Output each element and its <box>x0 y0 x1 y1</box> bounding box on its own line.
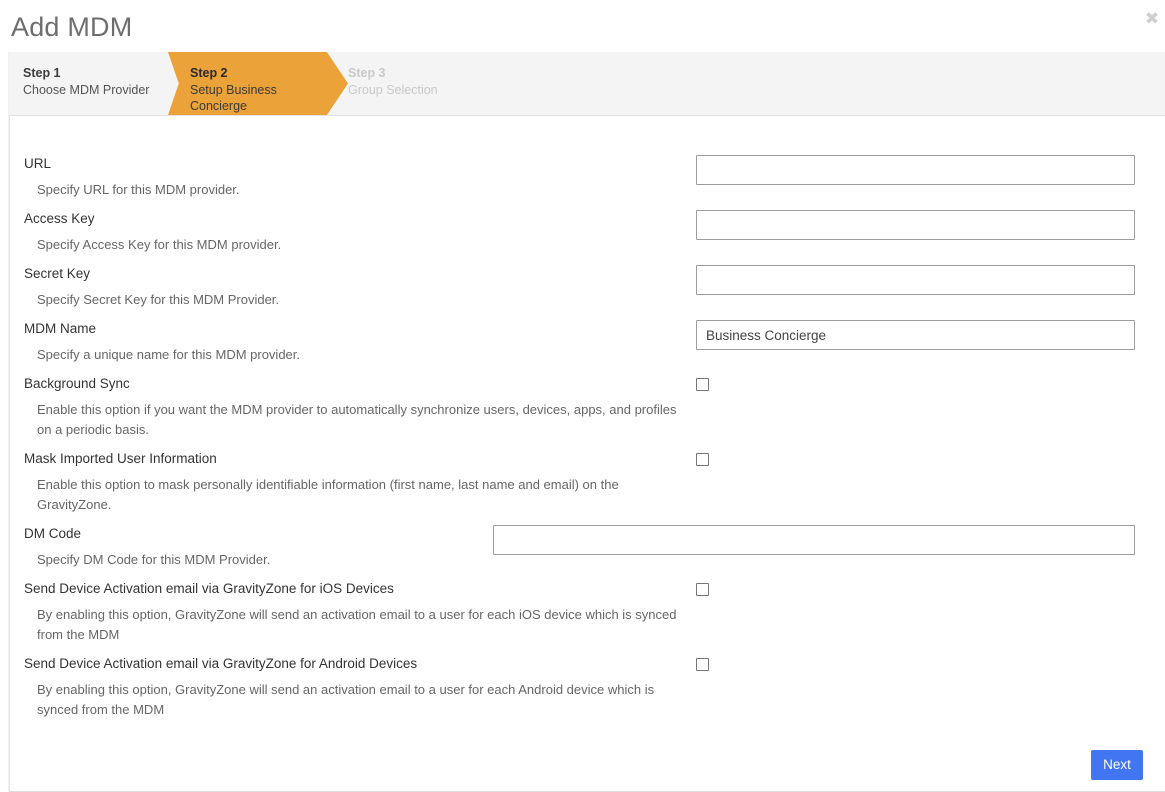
mdm-name-input[interactable] <box>696 320 1135 350</box>
mask-imported-user-information-checkbox[interactable] <box>696 453 709 466</box>
help-background-sync: Enable this option if you want the MDM p… <box>37 400 677 440</box>
url-input[interactable] <box>696 155 1135 185</box>
label-url: URL <box>24 155 51 173</box>
wizard-step-1-title: Step 1 <box>23 65 169 82</box>
send-activation-email-android-checkbox[interactable] <box>696 658 709 671</box>
label-send-activation-email-android: Send Device Activation email via Gravity… <box>24 655 417 673</box>
wizard-step-1-subtitle: Choose MDM Provider <box>23 82 169 98</box>
help-mdm-name: Specify a unique name for this MDM provi… <box>37 345 677 365</box>
next-button[interactable]: Next <box>1091 750 1143 780</box>
secret-key-input[interactable] <box>696 265 1135 295</box>
label-dm-code: DM Code <box>24 525 81 543</box>
access-key-input[interactable] <box>696 210 1135 240</box>
send-activation-email-ios-checkbox[interactable] <box>696 583 709 596</box>
background-sync-checkbox[interactable] <box>696 378 709 391</box>
label-mdm-name: MDM Name <box>24 320 96 338</box>
help-url: Specify URL for this MDM provider. <box>37 180 677 200</box>
label-access-key: Access Key <box>24 210 95 228</box>
wizard-step-3-subtitle: Group Selection <box>348 82 498 98</box>
wizard-step-2-title: Step 2 <box>190 65 348 82</box>
wizard-step-2[interactable]: Step 2 Setup Business Concierge <box>168 52 348 115</box>
help-send-activation-email-ios: By enabling this option, GravityZone wil… <box>37 605 677 645</box>
wizard-step-3-title: Step 3 <box>348 65 534 82</box>
left-rail <box>0 52 9 792</box>
help-mask-imported-user-information: Enable this option to mask personally id… <box>37 475 677 515</box>
wizard-step-2-subtitle: Setup Business Concierge <box>190 82 310 114</box>
label-mask-imported-user-information: Mask Imported User Information <box>24 450 217 468</box>
form-body: URL Specify URL for this MDM provider. A… <box>9 116 1165 737</box>
help-secret-key: Specify Secret Key for this MDM Provider… <box>37 290 677 310</box>
add-mdm-modal: Add MDM ✖ Step 1 Choose MDM Provider Ste… <box>0 0 1165 792</box>
modal-footer: Next <box>9 737 1165 792</box>
label-background-sync: Background Sync <box>24 375 130 393</box>
step-wizard-bar: Step 1 Choose MDM Provider Step 2 Setup … <box>9 52 1165 116</box>
page-title: Add MDM <box>11 12 132 42</box>
wizard-step-1[interactable]: Step 1 Choose MDM Provider <box>9 52 169 115</box>
label-send-activation-email-ios: Send Device Activation email via Gravity… <box>24 580 394 598</box>
help-send-activation-email-android: By enabling this option, GravityZone wil… <box>37 680 677 720</box>
label-secret-key: Secret Key <box>24 265 90 283</box>
modal-titlebar: Add MDM ✖ <box>0 0 1165 52</box>
help-access-key: Specify Access Key for this MDM provider… <box>37 235 677 255</box>
close-icon[interactable]: ✖ <box>1141 8 1163 30</box>
wizard-step-3: Step 3 Group Selection <box>334 52 534 115</box>
dm-code-input[interactable] <box>493 525 1135 555</box>
